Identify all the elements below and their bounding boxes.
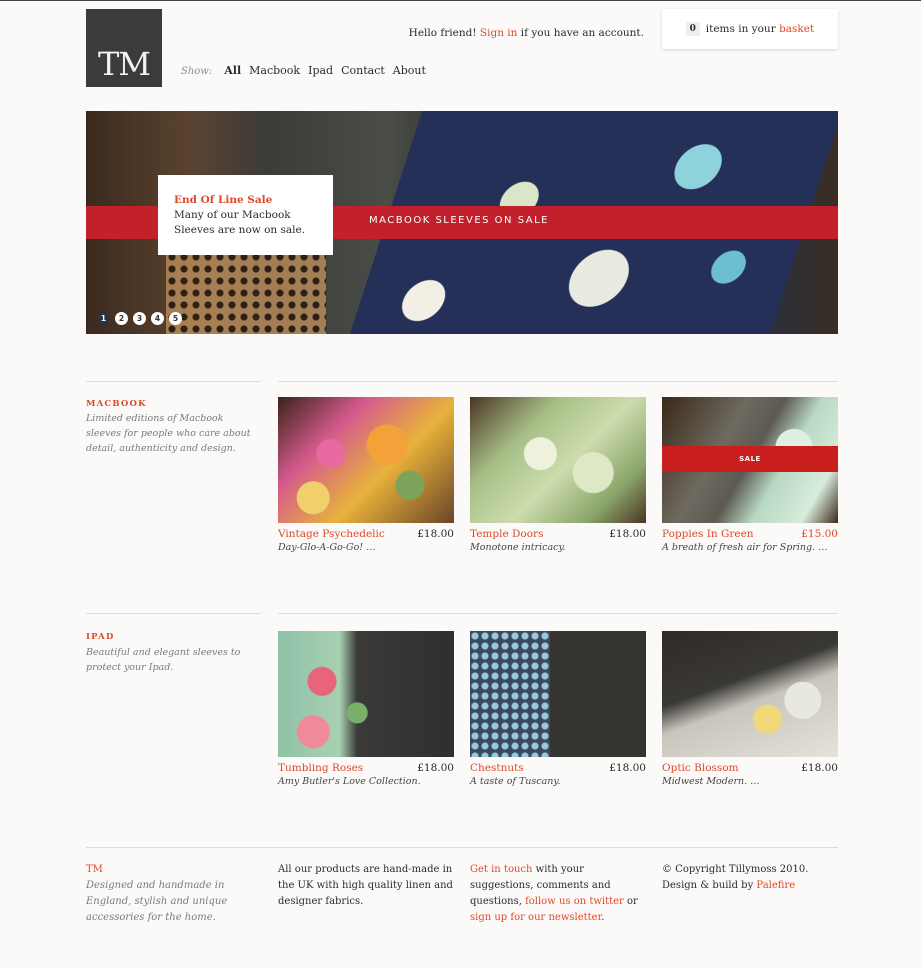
greeting: Hello friend! Sign in if you have an acc… <box>409 27 644 39</box>
product-name[interactable]: Chestnuts <box>470 762 524 774</box>
credit-text: Design & build by <box>662 880 757 891</box>
product-desc: A breath of fresh air for Spring. … <box>662 542 828 553</box>
footer-contact: Get in touch with your suggestions, comm… <box>470 862 646 926</box>
product-image[interactable] <box>278 631 454 757</box>
basket-box: 0 items in your basket <box>662 9 838 49</box>
basket-link[interactable]: basket <box>779 23 814 35</box>
product-card: SALE Poppies In Green £15.00 A breath of … <box>662 397 838 553</box>
slide-dot-2[interactable]: 2 <box>115 312 128 325</box>
product-card: Tumbling Roses £18.00 Amy Butler's Love C… <box>278 631 454 787</box>
product-name[interactable]: Tumbling Roses <box>278 762 363 774</box>
section-rule <box>86 381 261 382</box>
footer-brand-desc: Designed and handmade in England, stylis… <box>86 880 228 923</box>
sign-in-link[interactable]: Sign in <box>480 27 518 39</box>
palefire-link[interactable]: Palefire <box>756 880 795 891</box>
main-nav: Show: All Macbook Ipad Contact About <box>181 64 426 77</box>
product-price: £18.00 <box>609 528 646 540</box>
sleeve-flap <box>550 631 646 757</box>
product-card: Temple Doors £18.00 Monotone intricacy. <box>470 397 646 553</box>
section-title-macbook[interactable]: MACBOOK <box>86 399 147 409</box>
product-card: Vintage Psychedelic £18.00 Day-Glo-A-Go-G… <box>278 397 454 553</box>
greeting-pre: Hello friend! <box>408 27 480 39</box>
hero-band-text: MACBOOK SLEEVES ON SALE <box>369 215 549 226</box>
product-name[interactable]: Poppies In Green <box>662 528 754 540</box>
nav-contact[interactable]: Contact <box>341 64 385 77</box>
show-label: Show: <box>181 66 213 77</box>
basket-count: 0 <box>685 22 700 36</box>
product-price: £18.00 <box>417 762 454 774</box>
product-price: £18.00 <box>609 762 646 774</box>
slide-dot-3[interactable]: 3 <box>133 312 146 325</box>
slide-dot-4[interactable]: 4 <box>151 312 164 325</box>
basket-text: items in your <box>705 23 780 35</box>
product-image[interactable]: SALE <box>662 397 838 523</box>
section-title-ipad[interactable]: IPAD <box>86 632 115 642</box>
footer-rule <box>86 847 838 848</box>
product-name[interactable]: Optic Blossom <box>662 762 739 774</box>
nav-ipad[interactable]: Ipad <box>308 64 333 77</box>
product-name[interactable]: Vintage Psychedelic <box>278 528 385 540</box>
product-desc: Monotone intricacy. <box>470 542 566 553</box>
nav-about[interactable]: About <box>393 64 426 77</box>
product-card: Optic Blossom £18.00 Midwest Modern. … <box>662 631 838 787</box>
product-price: £15.00 <box>801 528 838 540</box>
product-card: Chestnuts £18.00 A taste of Tuscany. <box>470 631 646 787</box>
section-desc-macbook: Limited editions of Macbook sleeves for … <box>86 413 251 454</box>
footer-brand[interactable]: TM <box>86 862 261 878</box>
newsletter-link[interactable]: sign up for our newsletter <box>470 912 601 923</box>
nav-macbook[interactable]: Macbook <box>249 64 300 77</box>
product-image[interactable] <box>662 631 838 757</box>
top-rule <box>0 0 921 1</box>
nav-all[interactable]: All <box>224 64 241 77</box>
section-desc-ipad: Beautiful and elegant sleeves to protect… <box>86 647 241 673</box>
section-rule <box>278 381 838 382</box>
footer-about: All our products are hand-made in the UK… <box>278 864 453 907</box>
hero-caption-text: Many of our Macbook Sleeves are now on s… <box>174 209 306 236</box>
slide-dot-1[interactable]: 1 <box>97 312 110 325</box>
hero-caption-card: End Of Line Sale Many of our Macbook Sle… <box>158 175 333 255</box>
product-image[interactable] <box>470 397 646 523</box>
hero-caption-title[interactable]: End Of Line Sale <box>174 193 317 208</box>
section-rule <box>278 613 838 614</box>
get-in-touch-link[interactable]: Get in touch <box>470 864 532 875</box>
product-desc: Amy Butler's Love Collection. <box>278 776 421 787</box>
product-price: £18.00 <box>417 528 454 540</box>
greeting-post: if you have an account. <box>517 27 644 39</box>
section-rule <box>86 613 261 614</box>
product-desc: Midwest Modern. … <box>662 776 760 787</box>
product-price: £18.00 <box>801 762 838 774</box>
site-logo[interactable]: TM <box>86 9 162 87</box>
product-name[interactable]: Temple Doors <box>470 528 543 540</box>
footer-copyright-col: © Copyright Tillymoss 2010. Design & bui… <box>662 862 838 894</box>
product-desc: Day-Glo-A-Go-Go! … <box>278 542 376 553</box>
footer-contact-or: or <box>623 896 638 907</box>
slide-dot-5[interactable]: 5 <box>169 312 182 325</box>
twitter-link[interactable]: follow us on twitter <box>525 896 624 907</box>
footer-contact-end: . <box>601 912 605 923</box>
product-image[interactable] <box>278 397 454 523</box>
product-desc: A taste of Tuscany. <box>470 776 561 787</box>
sale-badge: SALE <box>662 446 838 472</box>
product-image[interactable] <box>470 631 646 757</box>
hero-slider[interactable]: MACBOOK SLEEVES ON SALE End Of Line Sale… <box>86 111 838 334</box>
footer-brand-col: TM Designed and handmade in England, sty… <box>86 862 261 926</box>
slider-pagination: 1 2 3 4 5 <box>97 312 182 325</box>
copyright: © Copyright Tillymoss 2010. <box>662 864 809 875</box>
